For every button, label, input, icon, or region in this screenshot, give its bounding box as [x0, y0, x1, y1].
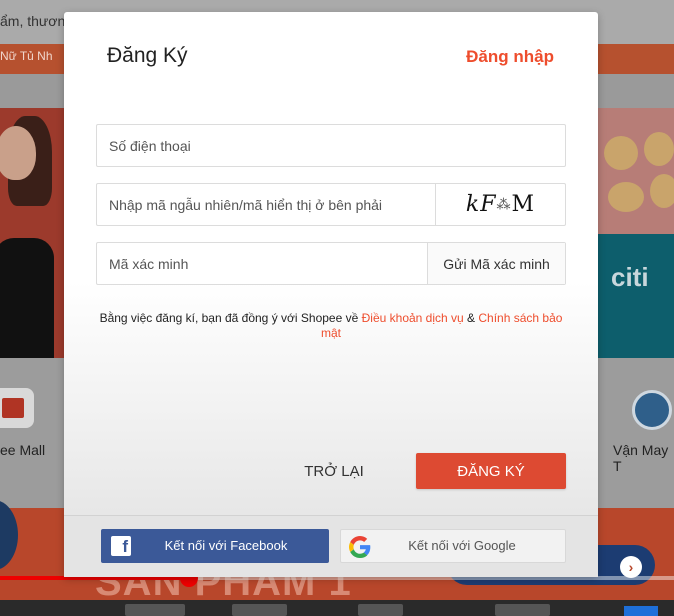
captcha-field: kF⁂M — [96, 183, 566, 226]
bg-search-text: ẩm, thươn — [0, 13, 66, 29]
back-button[interactable]: TRỞ LẠI — [274, 453, 394, 489]
send-code-button[interactable]: Gửi Mã xác minh — [427, 243, 565, 284]
bg-citi-logo: citi — [611, 262, 649, 292]
bg-vanmay-label: Vận May T — [613, 442, 669, 474]
bg-bottom-toolbar — [0, 600, 674, 616]
modal-title: Đăng Ký — [107, 44, 188, 67]
phone-field — [96, 124, 566, 167]
captcha-input[interactable] — [97, 184, 435, 225]
terms-of-service-link[interactable]: Điều khoản dịch vụ — [362, 311, 464, 325]
bg-model-image — [0, 108, 64, 358]
google-connect-label: Kết nối với Google — [408, 538, 516, 553]
phone-input[interactable] — [97, 125, 565, 166]
facebook-connect-label: Kết nối với Facebook — [164, 538, 288, 553]
bg-toolbar-button — [624, 606, 658, 616]
shopping-bag-icon — [2, 398, 24, 418]
bg-pastry-banner — [598, 108, 674, 234]
terms-text: Bằng việc đăng kí, bạn đã đồng ý với Sho… — [99, 311, 563, 340]
bg-mall-label: ee Mall — [0, 442, 46, 458]
google-connect-button[interactable]: Kết nối với Google — [340, 529, 566, 563]
facebook-connect-button[interactable]: f Kết nối với Facebook — [101, 529, 329, 563]
captcha-image[interactable]: kF ⁂ M — [435, 184, 565, 225]
register-modal: Đăng Ký Đăng nhập kF⁂M Gửi Mã xác minh B… — [64, 12, 598, 577]
social-login-bar: f Kết nối với Facebook Kết nối với Googl… — [64, 515, 598, 577]
login-link[interactable]: Đăng nhập — [466, 47, 554, 67]
verification-code-input[interactable] — [97, 243, 427, 284]
register-button[interactable]: ĐĂNG KÝ — [416, 453, 566, 489]
bg-category-text: Nữ Tủ Nh — [0, 49, 53, 63]
chevron-right-icon: › — [620, 556, 642, 578]
verification-field: Gửi Mã xác minh — [96, 242, 566, 285]
bg-vanmay-icon — [632, 390, 672, 430]
bg-citi-banner — [598, 234, 674, 358]
